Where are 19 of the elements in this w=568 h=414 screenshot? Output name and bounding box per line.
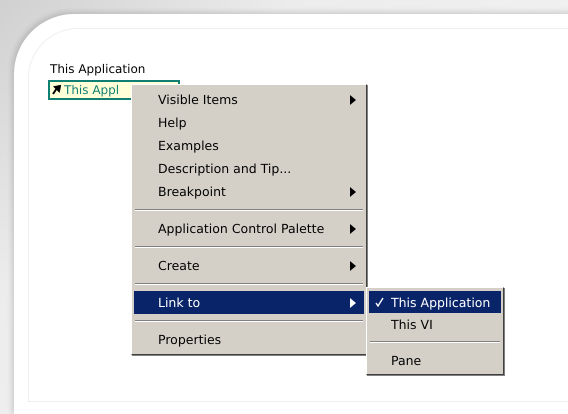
menu-item[interactable]: Examples: [134, 134, 364, 157]
submenu-arrow-icon: [350, 94, 356, 104]
menu-item[interactable]: Application Control Palette: [134, 217, 364, 240]
menu-item[interactable]: Help: [134, 111, 364, 134]
menu-item[interactable]: Breakpoint: [134, 180, 364, 203]
menu-item[interactable]: This Application: [369, 291, 501, 313]
link-arrow-icon: [52, 85, 61, 95]
menu-item[interactable]: Create: [134, 254, 364, 277]
submenu-arrow-icon: [350, 298, 356, 308]
submenu-arrow-icon: [350, 186, 356, 196]
submenu-arrow-icon: [350, 260, 356, 270]
menu-item[interactable]: Link to: [134, 291, 364, 314]
menu-item[interactable]: Properties: [134, 328, 364, 351]
menu-item[interactable]: Description and Tip...: [134, 157, 364, 180]
menu-item[interactable]: Pane: [369, 349, 501, 371]
check-icon: [375, 296, 384, 306]
menu-item[interactable]: This VI: [369, 313, 501, 335]
control-label: This Application: [50, 62, 146, 76]
submenu-arrow-icon: [350, 224, 356, 234]
